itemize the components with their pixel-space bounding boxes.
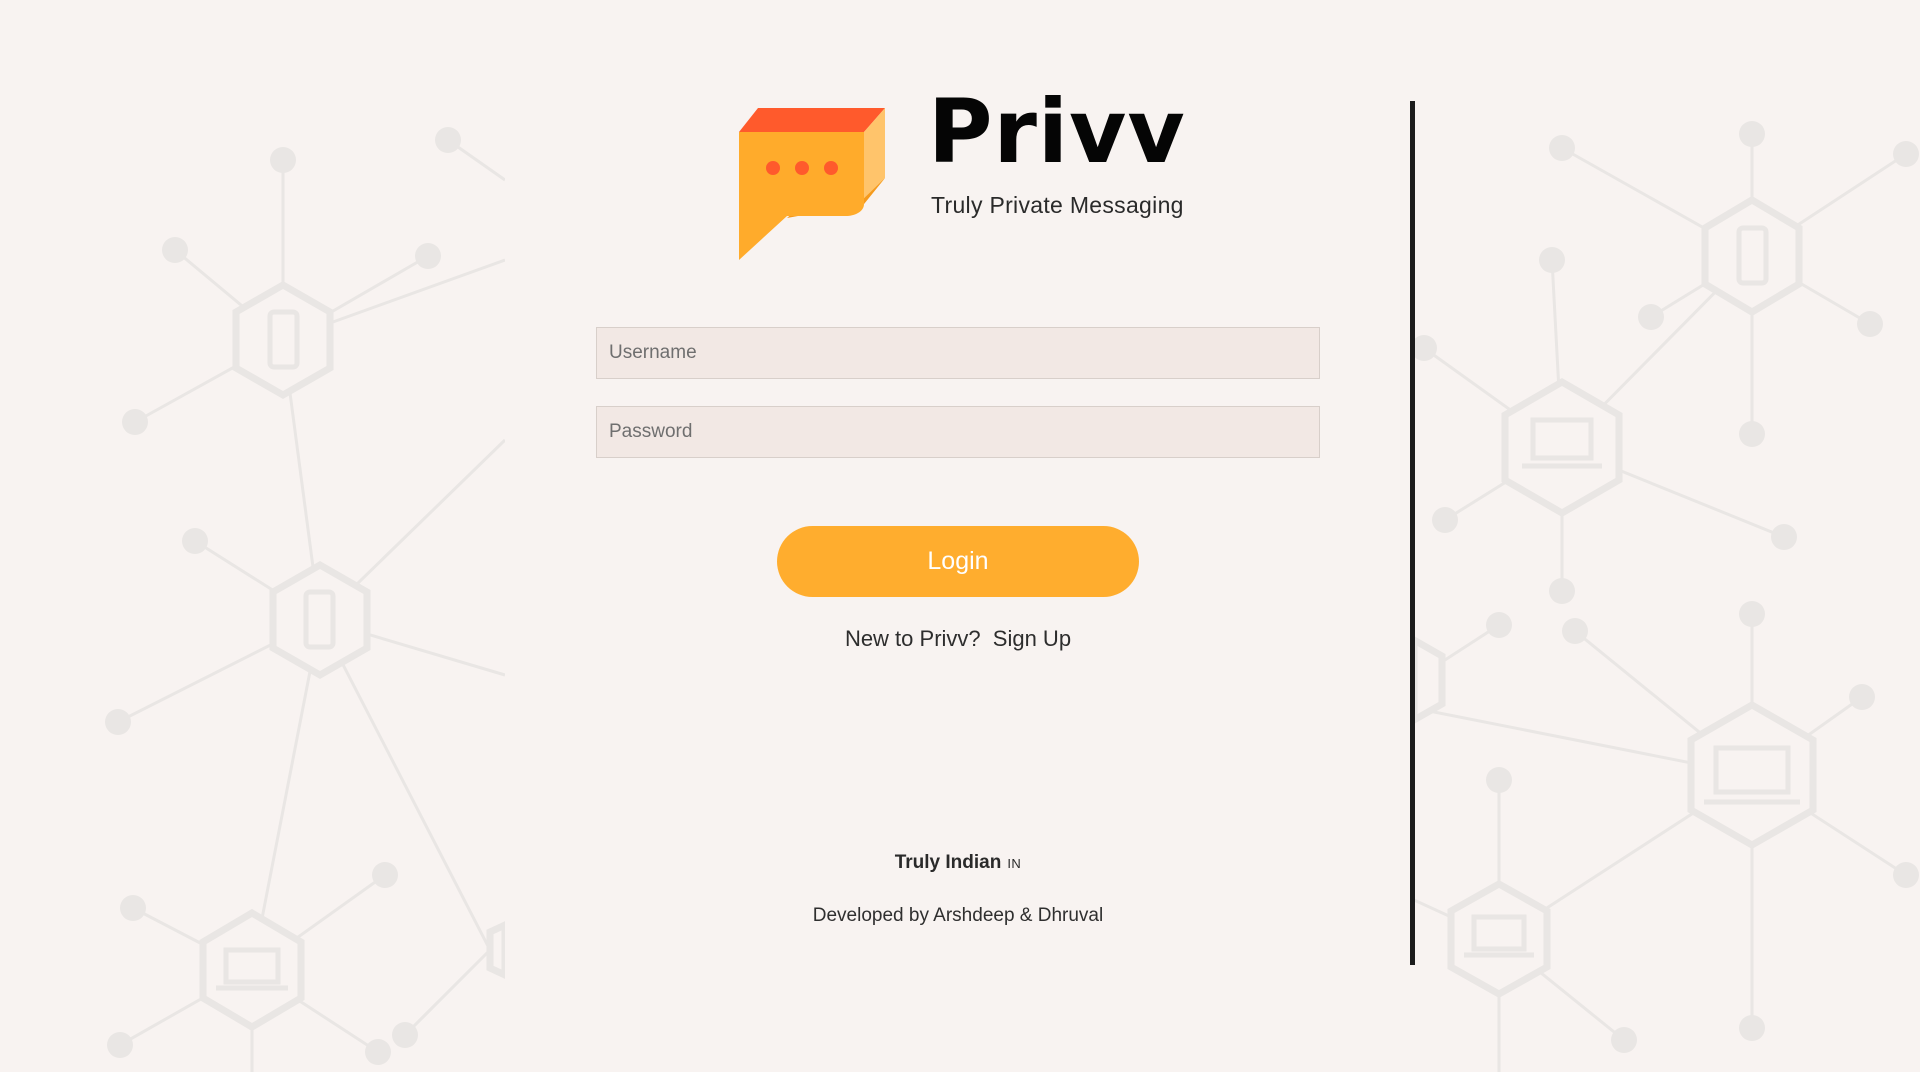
signup-link[interactable]: Sign Up <box>993 626 1071 651</box>
network-pattern-left <box>105 127 505 1072</box>
network-pattern-right <box>1414 121 1919 1072</box>
flag-label: IN <box>1007 856 1022 871</box>
signup-row: New to Privv? Sign Up <box>596 626 1320 652</box>
password-input[interactable] <box>596 406 1320 458</box>
login-button[interactable]: Login <box>777 526 1139 597</box>
brand-tagline: Truly Private Messaging <box>931 192 1184 218</box>
made-in-text: Truly Indian <box>894 852 1002 873</box>
developer-credits: Developed by Arshdeep & Dhruval <box>812 905 1104 926</box>
signup-prompt: New to Privv? <box>844 626 981 651</box>
brand-name: Privv <box>928 80 1186 183</box>
made-in-label: Truly Indian IN <box>596 852 1320 874</box>
chat-bubble-icon <box>739 108 885 260</box>
username-input[interactable] <box>596 327 1320 379</box>
vertical-divider <box>1410 101 1415 965</box>
